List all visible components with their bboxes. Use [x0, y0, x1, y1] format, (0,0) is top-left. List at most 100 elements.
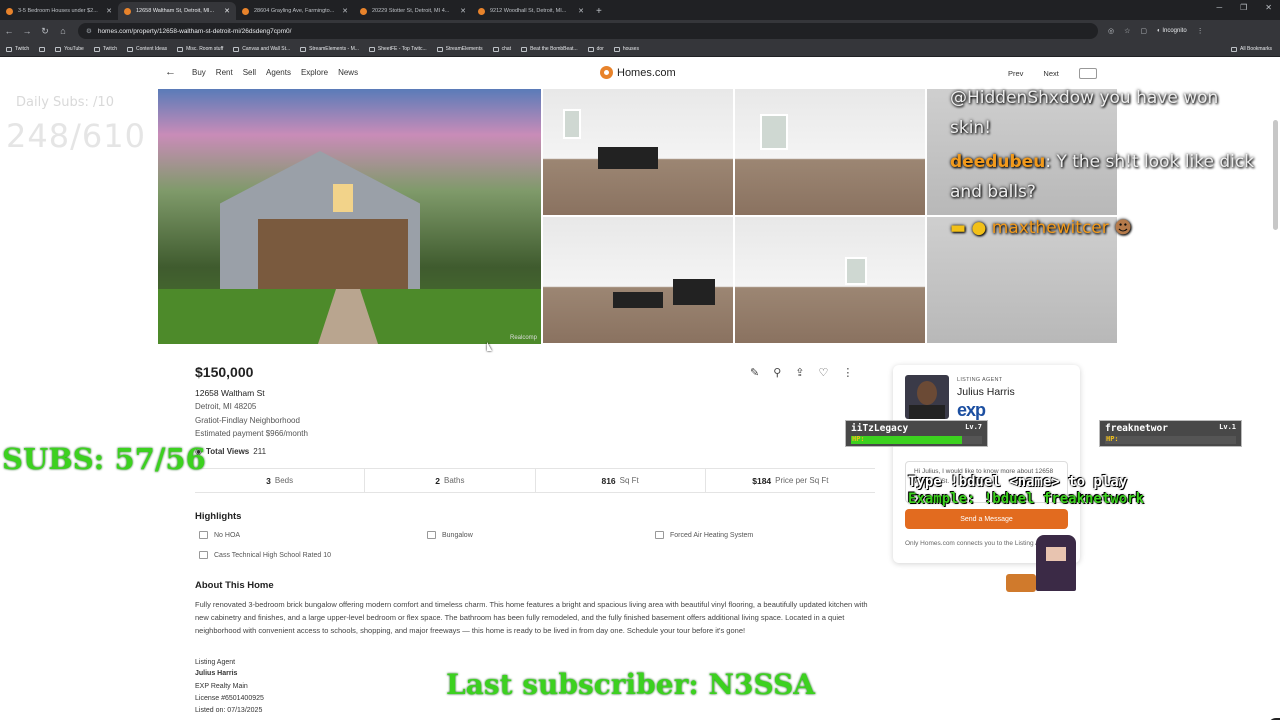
next-button[interactable]: Next — [1043, 69, 1058, 78]
split-view-icon[interactable]: ▢ — [1140, 27, 1147, 35]
close-window-icon[interactable]: ✕ — [1265, 3, 1272, 12]
tab-title: 12658 Waltham St, Detroit, MI... — [136, 8, 215, 14]
agent-card: LISTING AGENT Julius Harris exp Hi Juliu… — [893, 365, 1080, 563]
highlight-label: Bungalow — [442, 531, 473, 539]
site-favicon-icon — [6, 7, 13, 15]
bookmark-item[interactable] — [39, 46, 46, 52]
browser-tab[interactable]: 3-5 Bedroom Houses under $2... ✕ — [0, 2, 118, 20]
reload-icon[interactable]: ↻ — [36, 26, 54, 37]
duel-player-level: Lv.1 — [1219, 423, 1236, 431]
avatar-face-shape — [917, 381, 937, 405]
share-icon[interactable]: ⇪ — [795, 366, 804, 379]
brokerage-name: EXP Realty Main — [195, 683, 248, 690]
scrollbar[interactable] — [1273, 120, 1278, 230]
gallery-grid-icon[interactable] — [1078, 68, 1097, 79]
highlight-label: Forced Air Heating System — [670, 531, 754, 539]
neighborhood-link[interactable]: Gratiot-Findlay Neighborhood — [195, 416, 300, 425]
send-message-button[interactable]: Send a Message — [905, 509, 1068, 529]
badge-icon: ▬ ● — [950, 218, 987, 238]
street-address: 12658 Waltham St — [195, 388, 265, 398]
bookmark-item[interactable]: Misc. Room stuff — [177, 46, 223, 52]
hp-label: HP: — [1106, 435, 1119, 443]
nav-agents[interactable]: Agents — [266, 68, 291, 77]
prev-button[interactable]: Prev — [1008, 69, 1023, 78]
stat-sqft: 816 Sq Ft — [536, 469, 706, 492]
mouse-cursor-icon — [487, 342, 492, 351]
bookmark-item[interactable]: chat — [492, 46, 511, 52]
homes-logo[interactable]: Homes.com — [600, 66, 676, 79]
nav-news[interactable]: News — [338, 68, 358, 77]
site-info-icon[interactable]: ⚙ — [86, 27, 92, 35]
city-address[interactable]: Detroit, MI 48205 — [195, 402, 256, 411]
bookmark-icon — [521, 46, 528, 52]
nav-sell[interactable]: Sell — [243, 68, 256, 77]
bookmark-item[interactable]: StreamElements - M... — [300, 46, 359, 52]
back-arrow-icon[interactable]: ← — [165, 66, 176, 78]
listing-agent-name[interactable]: Julius Harris — [195, 670, 237, 677]
gallery-photo[interactable] — [543, 89, 733, 215]
address-bar[interactable]: ⚙ homes.com/property/12658-waltham-st-de… — [78, 23, 1098, 39]
close-icon[interactable]: ✕ — [106, 7, 112, 15]
close-icon[interactable]: ✕ — [578, 7, 584, 15]
heart-icon[interactable]: ♡ — [819, 366, 829, 379]
close-icon[interactable]: ✕ — [342, 7, 348, 15]
bookmark-icon — [368, 46, 375, 52]
bookmark-item[interactable]: Twitch — [93, 46, 117, 52]
twitch-icon — [6, 46, 12, 52]
bookmark-item[interactable]: SheetFE - Top Twitc... — [368, 46, 427, 52]
stat-value: 816 — [601, 475, 616, 486]
nav-rent[interactable]: Rent — [216, 68, 233, 77]
star-icon[interactable]: ☆ — [1124, 27, 1130, 35]
all-bookmarks-button[interactable]: All Bookmarks — [1231, 46, 1272, 52]
stat-label: Baths — [444, 476, 465, 485]
close-icon[interactable]: ✕ — [460, 7, 466, 15]
bookmark-icon — [39, 46, 46, 52]
listing-price: $150,000 — [195, 364, 254, 380]
bookmark-item[interactable]: Content Ideas — [127, 46, 167, 52]
hp-fill — [851, 436, 963, 444]
browser-tab-active[interactable]: 12658 Waltham St, Detroit, MI... ✕ — [118, 2, 236, 20]
main-photo[interactable]: Realcomp — [158, 89, 541, 344]
edit-note-icon[interactable]: ✎ — [750, 366, 759, 379]
folder-icon — [233, 46, 240, 52]
home-icon[interactable]: ⌂ — [54, 26, 72, 36]
bookmark-item[interactable]: Beat the BombBeat... — [521, 46, 578, 52]
nav-explore[interactable]: Explore — [301, 68, 328, 77]
gallery-photo[interactable] — [543, 217, 733, 343]
agent-card-name[interactable]: Julius Harris — [957, 386, 1015, 398]
bookmark-item[interactable]: Twitch — [6, 46, 29, 52]
bookmark-label: YouTube — [64, 46, 84, 52]
agent-card-label: LISTING AGENT — [957, 377, 1003, 383]
browser-tab[interactable]: 20229 Stotter St, Detroit, MI 4... ✕ — [354, 2, 472, 20]
incognito-badge[interactable]: ◐ Incognito — [1157, 28, 1187, 34]
maximize-icon[interactable]: ❐ — [1240, 3, 1247, 12]
pixel-fox-sprite — [1006, 574, 1036, 592]
gallery-photo[interactable] — [735, 89, 925, 215]
more-icon[interactable]: ⋮ — [842, 366, 853, 379]
bookmark-item[interactable]: StreamElements — [436, 46, 483, 52]
tab-title: 9212 Woodhall St, Detroit, MI... — [490, 8, 567, 14]
browser-tab[interactable]: 9212 Woodhall St, Detroit, MI... ✕ — [472, 2, 590, 20]
nav-buy[interactable]: Buy — [192, 68, 206, 77]
eye-off-icon[interactable]: ◎ — [1108, 27, 1114, 35]
estimated-payment[interactable]: Estimated payment $966/month — [195, 429, 308, 438]
bookmark-item[interactable]: dor — [587, 46, 604, 52]
bookmark-item[interactable]: YouTube — [55, 46, 84, 52]
bookmark-label: StreamElements — [445, 46, 483, 52]
highlight-label: Cass Technical High School Rated 10 — [214, 551, 331, 559]
minimize-icon[interactable]: ─ — [1216, 3, 1222, 12]
menu-icon[interactable]: ⋮ — [1197, 27, 1204, 35]
back-icon[interactable]: ← — [0, 26, 18, 36]
bookmark-item[interactable]: Canvas and Wall St... — [233, 46, 290, 52]
gallery-photo[interactable] — [735, 217, 925, 343]
bookmark-item[interactable]: houses — [613, 46, 639, 52]
agent-avatar[interactable] — [905, 375, 949, 419]
close-icon[interactable]: ✕ — [224, 7, 230, 15]
incognito-label: Incognito — [1162, 28, 1187, 34]
chat-line: deedubeu: Y the sh!t look like dick — [950, 152, 1254, 172]
browser-tab[interactable]: 28604 Grayling Ave, Farmingto... ✕ — [236, 2, 354, 20]
new-tab-button[interactable]: + — [590, 6, 608, 20]
photo-credit: Realcomp — [509, 335, 537, 341]
forward-icon[interactable]: → — [18, 26, 36, 36]
commute-icon[interactable]: ⚲ — [773, 366, 781, 379]
